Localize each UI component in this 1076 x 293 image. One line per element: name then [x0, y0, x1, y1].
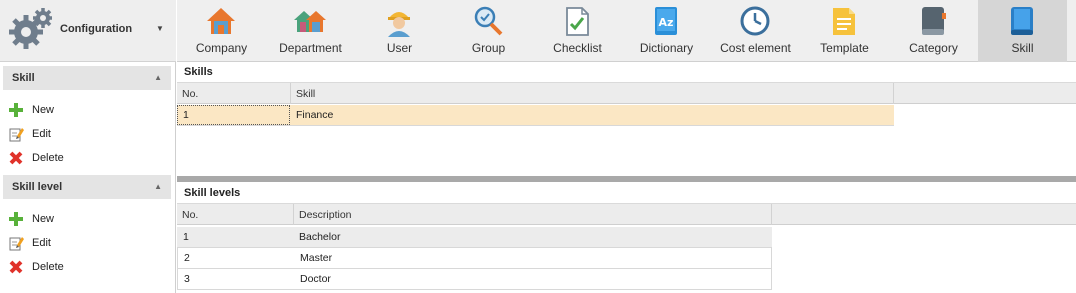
column-header-no[interactable]: No. [182, 209, 198, 221]
tab-label: Company [195, 41, 248, 55]
svg-text:Az: Az [659, 16, 674, 29]
plus-icon [8, 211, 24, 227]
cell-description: Doctor [300, 273, 331, 285]
column-divider[interactable] [290, 83, 291, 104]
group-title: Skill level [12, 181, 63, 193]
tab-department[interactable]: Department [266, 0, 355, 62]
plus-icon [8, 102, 24, 118]
skill-levels-section-title: Skill levels [184, 187, 241, 199]
tab-label: Department [279, 41, 342, 55]
table-row[interactable]: 1 Finance [177, 105, 894, 126]
house-icon [207, 8, 235, 34]
skill-book-icon [1011, 7, 1033, 35]
skill-new-button[interactable]: New [8, 100, 158, 120]
splitter[interactable] [177, 176, 1076, 182]
action-label: Delete [32, 152, 64, 164]
delete-icon [8, 259, 24, 275]
table-row[interactable]: 1 Bachelor [177, 227, 772, 248]
book-icon [922, 7, 946, 35]
tab-label: Skill [1011, 41, 1034, 55]
cell-skill: Finance [296, 109, 334, 121]
worker-icon [388, 12, 410, 37]
skill-levels-grid-header: No. Description [177, 203, 1076, 225]
column-divider[interactable] [893, 83, 894, 104]
edit-icon [8, 126, 24, 142]
cell-no: 1 [183, 109, 189, 121]
column-header-no[interactable]: No. [182, 88, 198, 100]
magnifier-icon [474, 6, 503, 36]
column-header-description[interactable]: Description [299, 209, 352, 221]
action-label: Edit [32, 128, 51, 140]
column-header-skill[interactable]: Skill [296, 88, 315, 100]
column-divider[interactable] [293, 204, 294, 225]
focused-cell-border [177, 105, 290, 125]
gears-icon [9, 8, 52, 49]
skill-level-new-button[interactable]: New [8, 209, 158, 229]
configuration-title: Configuration [60, 23, 133, 35]
houses-icon [294, 11, 326, 32]
skill-edit-button[interactable]: Edit [8, 124, 158, 144]
action-label: New [32, 213, 55, 225]
cell-no: 1 [183, 231, 189, 243]
delete-icon [8, 150, 24, 166]
group-header-skill-level[interactable]: Skill level ▲ [3, 175, 171, 199]
cell-description: Master [300, 252, 333, 264]
chevron-down-icon[interactable]: ▼ [156, 24, 164, 33]
checklist-icon [566, 7, 589, 36]
configuration-header[interactable]: Configuration ▼ [0, 0, 176, 62]
tab-skill[interactable]: Skill [978, 0, 1067, 62]
sidebar: Configuration ▼ Skill ▲ New Edit Delete … [0, 0, 176, 293]
action-label: New [32, 104, 55, 116]
skills-section-title: Skills [184, 66, 213, 78]
group-header-skill[interactable]: Skill ▲ [3, 66, 171, 90]
cell-description: Bachelor [299, 231, 341, 243]
skill-level-delete-button[interactable]: Delete [8, 257, 158, 277]
tab-label: Dictionary [639, 41, 694, 55]
tab-label: Checklist [553, 41, 602, 55]
tab-cost-element[interactable]: Cost element [711, 0, 800, 62]
skill-level-edit-button[interactable]: Edit [8, 233, 158, 253]
chevron-up-icon[interactable]: ▲ [154, 182, 162, 191]
group-title: Skill [12, 72, 35, 84]
tab-template[interactable]: Template [800, 0, 889, 62]
skill-delete-button[interactable]: Delete [8, 148, 158, 168]
tab-label: User [386, 41, 413, 55]
cell-no: 3 [184, 273, 190, 285]
tab-dictionary[interactable]: Az Dictionary [622, 0, 711, 62]
ribbon-toolbar: Company Department User Group Checklist … [177, 0, 1076, 62]
clock-icon [740, 6, 770, 36]
tab-category[interactable]: Category [889, 0, 978, 62]
edit-icon [8, 235, 24, 251]
dictionary-icon: Az [655, 7, 677, 35]
tab-checklist[interactable]: Checklist [533, 0, 622, 62]
tab-label: Cost element [720, 41, 791, 55]
action-label: Delete [32, 261, 64, 273]
action-label: Edit [32, 237, 51, 249]
table-row[interactable]: 3 Doctor [177, 269, 772, 290]
tab-label: Template [820, 41, 869, 55]
column-divider[interactable] [771, 204, 772, 225]
tab-label: Group [471, 41, 506, 55]
cell-no: 2 [184, 252, 190, 264]
tab-user[interactable]: User [355, 0, 444, 62]
template-icon [833, 8, 855, 35]
skills-grid-header: No. Skill [177, 82, 1076, 104]
tab-group[interactable]: Group [444, 0, 533, 62]
chevron-up-icon[interactable]: ▲ [154, 73, 162, 82]
tab-company[interactable]: Company [177, 0, 266, 62]
table-row[interactable]: 2 Master [177, 248, 772, 269]
tab-label: Category [909, 41, 958, 55]
